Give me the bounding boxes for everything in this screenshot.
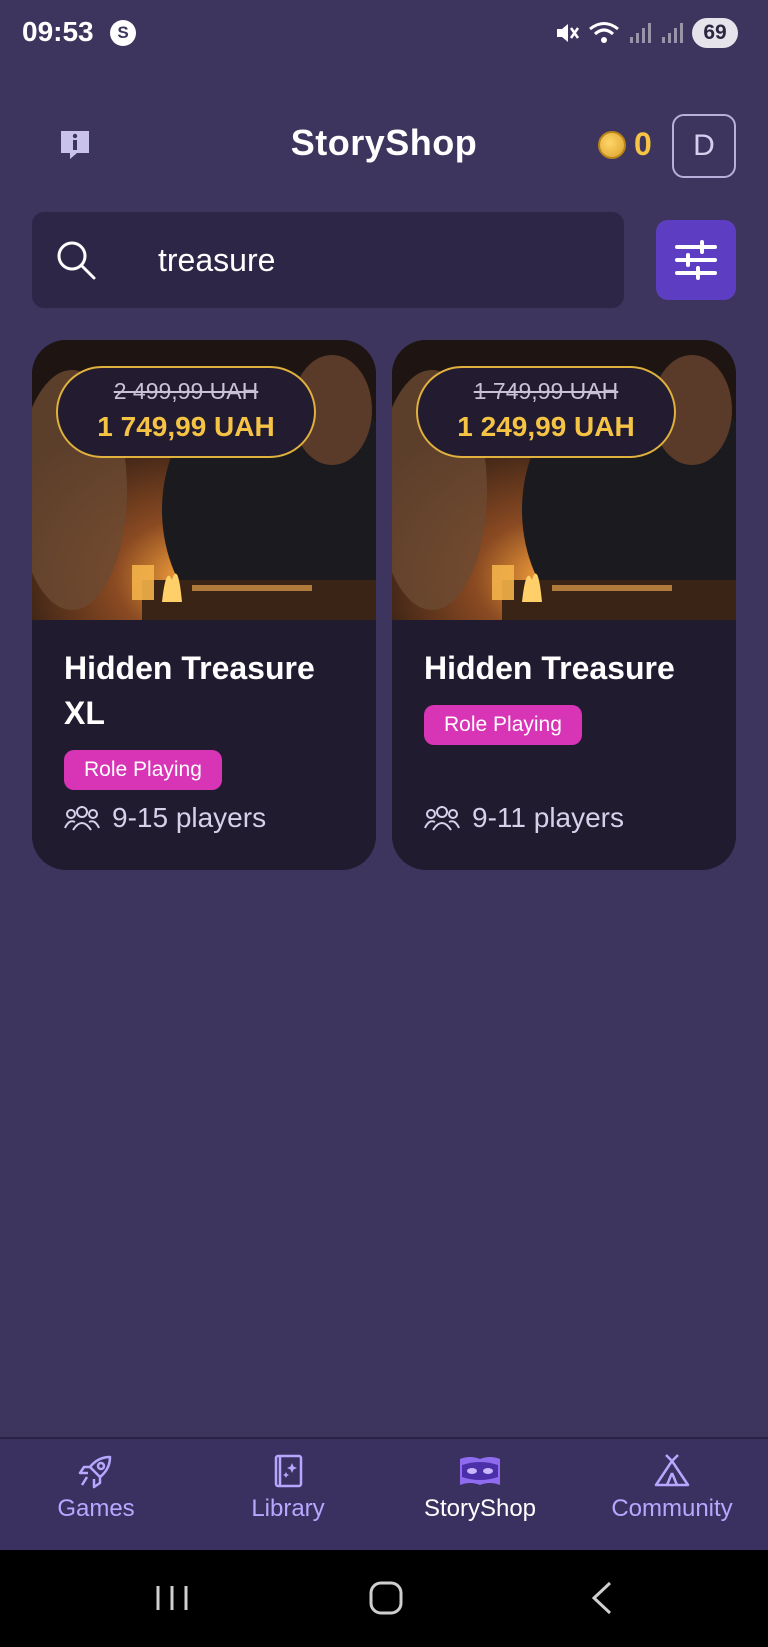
- player-count: 9-11 players: [424, 802, 624, 834]
- rocket-icon: [78, 1455, 112, 1489]
- home-icon[interactable]: [366, 1580, 406, 1616]
- nav-item-library[interactable]: Library: [192, 1453, 384, 1543]
- recent-apps-icon[interactable]: [152, 1580, 192, 1616]
- search-input[interactable]: [158, 236, 598, 284]
- current-price: 1 249,99 UAH: [457, 411, 635, 442]
- bottom-nav: Games Library StoryShop Community: [0, 1437, 768, 1550]
- mute-icon: [557, 24, 580, 42]
- app-notification-icon: S: [110, 20, 136, 46]
- players-text: 9-15 players: [112, 802, 267, 833]
- signal-icon-2: [662, 23, 683, 43]
- players-icon: [424, 806, 460, 831]
- page-title: StoryShop: [290, 122, 478, 163]
- status-time: 09:53: [22, 16, 94, 47]
- nav-item-storyshop[interactable]: StoryShop: [384, 1453, 576, 1543]
- product-title: Hidden Treasure XL: [64, 650, 315, 731]
- nav-label: Community: [611, 1495, 733, 1522]
- wifi-icon: [589, 22, 619, 43]
- players-text: 9-11 players: [472, 802, 625, 833]
- signal-icon: [630, 23, 651, 43]
- nav-item-community[interactable]: Community: [576, 1453, 768, 1543]
- product-image: 2 499,99 UAH 1 749,99 UAH: [32, 340, 376, 620]
- product-title: Hidden Treasure: [424, 650, 675, 686]
- current-price: 1 749,99 UAH: [97, 411, 275, 442]
- avatar[interactable]: D: [672, 114, 736, 178]
- old-price: 1 749,99 UAH: [473, 378, 619, 404]
- tent-icon: [654, 1454, 690, 1487]
- nav-item-games[interactable]: Games: [0, 1453, 192, 1543]
- status-bar: 09:53 S 69: [0, 0, 768, 70]
- system-nav-bar: [0, 1550, 768, 1647]
- search-bar[interactable]: [32, 212, 624, 308]
- product-card[interactable]: 2 499,99 UAH 1 749,99 UAH Hidden Treasur…: [32, 340, 376, 870]
- product-card[interactable]: 1 749,99 UAH 1 249,99 UAH Hidden Treasur…: [392, 340, 736, 870]
- players-icon: [64, 806, 100, 831]
- back-icon[interactable]: [584, 1580, 624, 1616]
- nav-label: Games: [57, 1495, 135, 1522]
- filter-button[interactable]: [656, 220, 736, 300]
- coin-balance[interactable]: 0: [598, 126, 652, 163]
- search-icon: [57, 241, 96, 280]
- battery-indicator: 69: [692, 18, 738, 48]
- nav-label: Library: [251, 1495, 325, 1522]
- sliders-icon: [675, 240, 717, 280]
- player-count: 9-15 players: [64, 802, 266, 834]
- status-icons: 69: [554, 18, 738, 48]
- product-image: 1 749,99 UAH 1 249,99 UAH: [392, 340, 736, 620]
- book-icon: [274, 1454, 303, 1488]
- price-badge: 1 749,99 UAH 1 249,99 UAH: [416, 366, 676, 458]
- genre-tag: Role Playing: [64, 750, 222, 790]
- old-price: 2 499,99 UAH: [113, 378, 259, 404]
- genre-tag: Role Playing: [424, 705, 582, 745]
- coin-count: 0: [634, 126, 652, 162]
- nav-label: StoryShop: [423, 1495, 537, 1522]
- price-badge: 2 499,99 UAH 1 749,99 UAH: [56, 366, 316, 458]
- storyshop-mask-icon: [460, 1457, 500, 1485]
- coin-icon: [598, 130, 626, 159]
